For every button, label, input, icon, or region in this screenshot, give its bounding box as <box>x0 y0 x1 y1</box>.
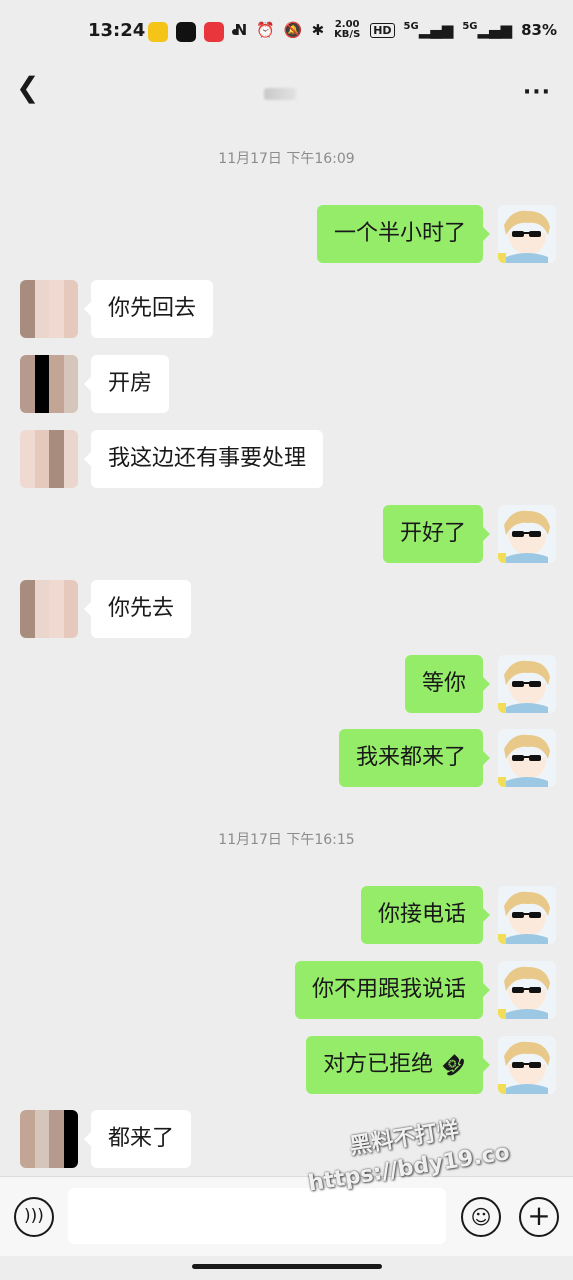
received-message-bubble[interactable]: 你先去 <box>83 580 192 638</box>
message-text: 你接电话 <box>377 902 466 927</box>
received-message-bubble[interactable]: 都来了 <box>83 1110 192 1168</box>
message-row: 你不用跟我说话 <box>0 961 573 1019</box>
my-avatar[interactable] <box>498 205 556 263</box>
signal-5g-2: 5G▂▄▆ <box>462 21 513 39</box>
message-row: 你先回去 <box>0 280 573 338</box>
chat-header: ❮ ··· <box>0 66 573 122</box>
emoji-button[interactable]: ☺ <box>461 1197 501 1237</box>
message-row: 开好了 <box>0 505 573 563</box>
contact-avatar[interactable] <box>20 280 78 338</box>
my-avatar[interactable] <box>498 505 556 563</box>
voice-icon: ))) <box>24 1206 44 1226</box>
mute-icon: 🔕 <box>283 21 303 39</box>
message-row: 你先去 <box>0 580 573 638</box>
my-avatar[interactable] <box>498 961 556 1019</box>
tiktok-icon <box>176 22 196 42</box>
sent-message-bubble[interactable]: 你接电话 <box>360 886 491 944</box>
message-row: 开房 <box>0 355 573 413</box>
status-right: N ⏰ 🔕 ✱ 2.00 KB/S HD 5G▂▄▆ 5G▂▄▆ 83% <box>235 20 557 40</box>
message-text: 我来都来了 <box>355 745 466 770</box>
signal-bars-icon-2: ▂▄▆ <box>477 21 513 39</box>
message-row: 你接电话 <box>0 886 573 944</box>
message-row: 等你 <box>0 655 573 713</box>
sent-message-bubble[interactable]: 你不用跟我说话 <box>294 961 491 1019</box>
my-avatar[interactable] <box>498 729 556 787</box>
message-text: 都来了 <box>108 1126 175 1151</box>
hd-badge: HD <box>370 22 395 38</box>
chevron-left-icon: ❮ <box>16 71 40 104</box>
message-text: 你先回去 <box>108 296 197 321</box>
voice-button[interactable]: ))) <box>14 1197 54 1237</box>
message-text: 开房 <box>108 371 153 396</box>
status-time: 13:24 <box>88 20 146 41</box>
received-message-bubble[interactable]: 你先回去 <box>83 280 214 338</box>
status-bar: 13:24 N ⏰ 🔕 ✱ 2.00 KB/S HD 5G▂▄▆ 5G▂▄▆ 8… <box>0 0 573 66</box>
battery-level: 83% <box>521 21 557 39</box>
alarm-icon: ⏰ <box>256 21 275 39</box>
my-avatar[interactable] <box>498 886 556 944</box>
contact-avatar[interactable] <box>20 1110 78 1168</box>
contact-avatar[interactable] <box>20 355 78 413</box>
app-notification-icon <box>148 22 168 42</box>
message-text: 对方已拒绝 <box>323 1052 434 1077</box>
status-app-icons <box>148 22 238 42</box>
chat-title-blurred <box>264 88 296 100</box>
my-avatar[interactable] <box>498 655 556 713</box>
back-button[interactable]: ❮ <box>16 70 46 106</box>
message-row: 我来都来了 <box>0 729 573 787</box>
nfc-icon: N <box>234 21 248 39</box>
network-speed: 2.00 KB/S <box>334 19 361 40</box>
message-text: 开好了 <box>399 521 466 546</box>
received-message-bubble[interactable]: 我这边还有事要处理 <box>83 430 324 488</box>
chat-timestamp: 11月17日 下午16:15 <box>218 832 355 848</box>
sent-message-bubble[interactable]: 等你 <box>404 655 491 713</box>
message-row: 一个半小时了 <box>0 205 573 263</box>
more-dots-icon: ··· <box>522 80 551 105</box>
contact-avatar[interactable] <box>20 580 78 638</box>
contact-avatar[interactable] <box>20 430 78 488</box>
sent-message-bubble[interactable]: 我来都来了 <box>338 729 491 787</box>
message-text: 你不用跟我说话 <box>311 977 466 1002</box>
more-button[interactable]: ··· <box>523 80 551 105</box>
message-text: 一个半小时了 <box>333 221 466 246</box>
plus-icon: + <box>527 1199 551 1232</box>
message-input[interactable] <box>68 1188 446 1244</box>
sent-message-bubble[interactable]: 一个半小时了 <box>316 205 491 263</box>
input-bar: ))) ☺ + <box>0 1176 573 1256</box>
signal-bars-icon-1: ▂▄▆ <box>418 21 454 39</box>
emoji-icon: ☺ <box>470 1205 492 1229</box>
chat-timestamp: 11月17日 下午16:09 <box>218 151 355 167</box>
signal-5g-1: 5G▂▄▆ <box>403 21 454 39</box>
home-indicator[interactable] <box>192 1264 382 1269</box>
message-row: 对方已拒绝 ☎ <box>0 1036 573 1094</box>
message-text: 等你 <box>421 671 466 696</box>
music-app-icon <box>204 22 224 42</box>
bluetooth-icon: ✱ <box>311 21 325 39</box>
message-text: 我这边还有事要处理 <box>108 446 307 471</box>
sent-message-bubble[interactable]: 开好了 <box>382 505 491 563</box>
hangup-icon: ☎ <box>436 1047 471 1083</box>
plus-button[interactable]: + <box>519 1197 559 1237</box>
my-avatar[interactable] <box>498 1036 556 1094</box>
message-text: 你先去 <box>108 596 175 621</box>
received-message-bubble[interactable]: 开房 <box>83 355 170 413</box>
message-row: 我这边还有事要处理 <box>0 430 573 488</box>
sent-message-bubble[interactable]: 对方已拒绝 ☎ <box>306 1036 490 1094</box>
